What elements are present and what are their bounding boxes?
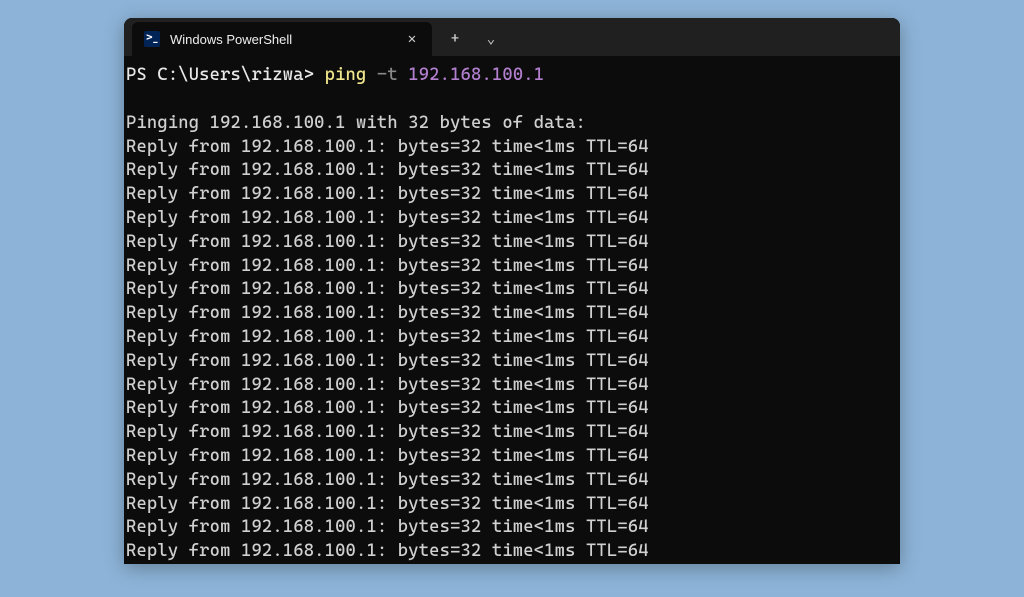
ping-reply-line: Reply from 192.168.100.1: bytes=32 time<… bbox=[126, 207, 898, 231]
tab-close-button[interactable]: ✕ bbox=[402, 29, 422, 49]
ping-reply-line: Reply from 192.168.100.1: bytes=32 time<… bbox=[126, 136, 898, 160]
ping-reply-line: Reply from 192.168.100.1: bytes=32 time<… bbox=[126, 255, 898, 279]
ping-reply-line: Reply from 192.168.100.1: bytes=32 time<… bbox=[126, 469, 898, 493]
command-name: ping bbox=[325, 65, 367, 85]
blank-line bbox=[126, 88, 898, 112]
title-bar: Windows PowerShell ✕ + ⌄ bbox=[124, 18, 900, 56]
ping-reply-line: Reply from 192.168.100.1: bytes=32 time<… bbox=[126, 302, 898, 326]
ping-reply-line: Reply from 192.168.100.1: bytes=32 time<… bbox=[126, 516, 898, 540]
ping-header: Pinging 192.168.100.1 with 32 bytes of d… bbox=[126, 112, 898, 136]
prompt-path: PS C:\Users\rizwa> bbox=[126, 65, 325, 85]
ping-reply-line: Reply from 192.168.100.1: bytes=32 time<… bbox=[126, 445, 898, 469]
terminal-content[interactable]: PS C:\Users\rizwa> ping -t 192.168.100.1… bbox=[124, 56, 900, 564]
ping-reply-line: Reply from 192.168.100.1: bytes=32 time<… bbox=[126, 493, 898, 517]
prompt-line: PS C:\Users\rizwa> ping -t 192.168.100.1 bbox=[126, 64, 898, 88]
ping-reply-line: Reply from 192.168.100.1: bytes=32 time<… bbox=[126, 278, 898, 302]
ping-reply-line: Reply from 192.168.100.1: bytes=32 time<… bbox=[126, 350, 898, 374]
ping-reply-line: Reply from 192.168.100.1: bytes=32 time<… bbox=[126, 421, 898, 445]
terminal-window: Windows PowerShell ✕ + ⌄ PS C:\Users\riz… bbox=[124, 18, 900, 564]
ping-reply-line: Reply from 192.168.100.1: bytes=32 time<… bbox=[126, 326, 898, 350]
tab-actions: + ⌄ bbox=[432, 22, 514, 56]
command-arg: 192.168.100.1 bbox=[408, 65, 544, 85]
tab-powershell[interactable]: Windows PowerShell ✕ bbox=[132, 22, 432, 56]
ping-reply-line: Reply from 192.168.100.1: bytes=32 time<… bbox=[126, 374, 898, 398]
powershell-icon bbox=[144, 31, 160, 47]
ping-reply-line: Reply from 192.168.100.1: bytes=32 time<… bbox=[126, 397, 898, 421]
tab-dropdown-button[interactable]: ⌄ bbox=[474, 25, 508, 53]
new-tab-button[interactable]: + bbox=[438, 25, 472, 53]
command-flag: -t bbox=[366, 65, 408, 85]
ping-reply-line: Reply from 192.168.100.1: bytes=32 time<… bbox=[126, 540, 898, 564]
ping-reply-line: Reply from 192.168.100.1: bytes=32 time<… bbox=[126, 183, 898, 207]
ping-replies: Reply from 192.168.100.1: bytes=32 time<… bbox=[126, 136, 898, 564]
ping-reply-line: Reply from 192.168.100.1: bytes=32 time<… bbox=[126, 231, 898, 255]
tab-title: Windows PowerShell bbox=[170, 32, 392, 47]
ping-reply-line: Reply from 192.168.100.1: bytes=32 time<… bbox=[126, 159, 898, 183]
